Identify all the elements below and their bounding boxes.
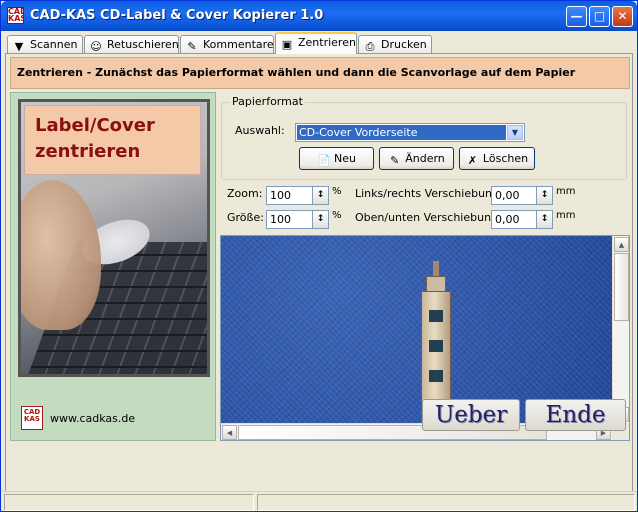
title-bar[interactable]: CAD KAS CAD-KAS CD-Label & Cover Kopiere… <box>1 1 637 31</box>
scroll-left-icon[interactable]: ◀ <box>222 425 237 440</box>
spin-arrows-icon: ↕ <box>540 214 549 224</box>
size-spin-button[interactable]: ↕ <box>312 210 329 229</box>
new-format-label: Neu <box>334 152 356 165</box>
tower-window <box>429 370 443 382</box>
close-button[interactable]: ✕ <box>612 6 633 27</box>
size-label: Größe: <box>227 211 264 224</box>
window-title: CAD-KAS CD-Label & Cover Kopierer 1.0 <box>30 8 324 23</box>
ende-button[interactable]: Ende <box>525 399 626 431</box>
website-link[interactable]: www.cadkas.de <box>50 412 135 425</box>
retouch-face-icon: ☺ <box>90 40 102 53</box>
tab-label: Scannen <box>30 38 78 51</box>
tab-retuschieren[interactable]: ☺ Retuschieren <box>84 35 179 54</box>
tower-window <box>429 310 443 322</box>
lr-shift-spin-button[interactable]: ↕ <box>536 186 553 205</box>
tower-window <box>429 340 443 352</box>
vertical-scrollbar[interactable]: ▲ ▼ <box>612 236 629 424</box>
ueber-button[interactable]: Ueber <box>422 399 520 431</box>
size-input[interactable]: 100 <box>266 210 316 229</box>
panel-title-line2: zentrieren <box>35 141 141 162</box>
status-bar <box>2 491 637 511</box>
printer-icon: ⎙ <box>365 40 375 53</box>
paper-format-select[interactable]: CD-Cover Vorderseite ▼ <box>295 123 525 142</box>
chevron-down-icon[interactable]: ▼ <box>507 125 523 140</box>
new-document-icon: 📄 <box>317 154 331 167</box>
status-pane-left <box>4 494 254 511</box>
tab-label: Kommentare <box>203 38 274 51</box>
vertical-scroll-thumb[interactable] <box>614 253 629 321</box>
tab-scannen[interactable]: ▼ Scannen <box>7 35 83 54</box>
new-format-button[interactable]: 📄 Neu <box>299 147 374 170</box>
tab-label: Retuschieren <box>107 38 179 51</box>
minimize-button[interactable]: — <box>566 6 587 27</box>
spin-arrows-icon: ↕ <box>540 190 549 200</box>
scanned-image[interactable] <box>221 236 613 424</box>
preview-panel: Label/Cover zentrieren <box>10 92 216 441</box>
edit-icon: ✎ <box>390 154 400 167</box>
tab-bar: ▼ Scannen ☺ Retuschieren ✎ Kommentare ▣ Zent… <box>7 32 633 54</box>
panel-title-line1: Label/Cover <box>35 115 155 136</box>
spin-arrows-icon: ↕ <box>316 190 325 200</box>
hand-graphic <box>21 180 101 330</box>
cadkas-logo: CAD KAS <box>21 406 43 430</box>
zoom-spin-button[interactable]: ↕ <box>312 186 329 205</box>
delete-format-label: Löschen <box>482 152 529 165</box>
ud-shift-label: Oben/unten Verschiebung: <box>355 211 502 224</box>
app-window: CAD KAS CAD-KAS CD-Label & Cover Kopiere… <box>0 0 638 512</box>
papierformat-group: Papierformat Auswahl: CD-Cover Vordersei… <box>221 95 627 180</box>
maximize-button[interactable]: □ <box>589 6 610 27</box>
status-pane-right <box>257 494 635 511</box>
ud-shift-spin-button[interactable]: ↕ <box>536 210 553 229</box>
illustration-image: Label/Cover zentrieren <box>18 99 210 377</box>
scanner-icon: ▼ <box>14 40 24 53</box>
panel-title: Label/Cover zentrieren <box>24 105 201 175</box>
zoom-label: Zoom: <box>227 187 263 200</box>
edit-format-label: Ändern <box>405 152 445 165</box>
papierformat-group-label: Papierformat <box>230 95 305 108</box>
spin-arrows-icon: ↕ <box>316 214 325 224</box>
size-unit: % <box>332 210 342 221</box>
center-icon: ▣ <box>281 38 293 51</box>
close-icon: ✕ <box>617 9 628 23</box>
comment-icon: ✎ <box>187 40 197 53</box>
tab-label: Zentrieren <box>298 36 356 49</box>
auswahl-label: Auswahl: <box>235 124 285 137</box>
tab-drucken[interactable]: ⎙ Drucken <box>358 35 432 54</box>
maximize-icon: □ <box>593 9 606 23</box>
delete-format-button[interactable]: ✗ Löschen <box>459 147 535 170</box>
tab-kommentare[interactable]: ✎ Kommentare <box>180 35 274 54</box>
zoom-input[interactable]: 100 <box>266 186 316 205</box>
lr-shift-label: Links/rechts Verschiebung: <box>355 187 503 200</box>
instruction-banner: Zentrieren - Zunächst das Papierformat w… <box>10 57 630 109</box>
lr-shift-unit: mm <box>556 186 576 197</box>
scroll-up-icon[interactable]: ▲ <box>614 237 629 252</box>
minimize-icon: — <box>570 9 583 23</box>
delete-icon: ✗ <box>467 154 478 167</box>
edit-format-button[interactable]: ✎ Ändern <box>379 147 454 170</box>
tab-zentrieren[interactable]: ▣ Zentrieren <box>275 32 357 54</box>
zoom-unit: % <box>332 186 342 197</box>
ud-shift-unit: mm <box>556 210 576 221</box>
cadkas-app-icon[interactable]: CAD KAS <box>7 7 24 24</box>
paper-format-selected: CD-Cover Vorderseite <box>297 125 506 140</box>
tab-label: Drucken <box>381 38 427 51</box>
